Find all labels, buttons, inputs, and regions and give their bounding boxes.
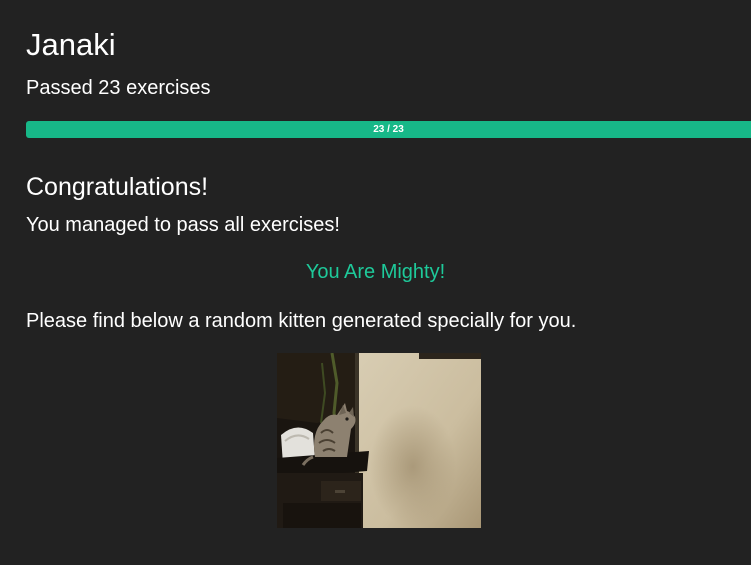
results-page: Janaki Passed 23 exercises 23 / 23 Congr… xyxy=(0,0,751,565)
progress-label: 23 / 23 xyxy=(373,124,404,135)
congrats-title: Congratulations! xyxy=(26,173,209,201)
congrats-message: You managed to pass all exercises! xyxy=(26,214,340,236)
user-name: Janaki xyxy=(26,27,116,62)
mighty-message: You Are Mighty! xyxy=(305,261,446,283)
kitten-image xyxy=(277,353,481,528)
kitten-intro: Please find below a random kitten genera… xyxy=(26,310,577,332)
passed-count: Passed 23 exercises xyxy=(26,77,211,99)
progress-bar: 23 / 23 xyxy=(26,121,751,138)
